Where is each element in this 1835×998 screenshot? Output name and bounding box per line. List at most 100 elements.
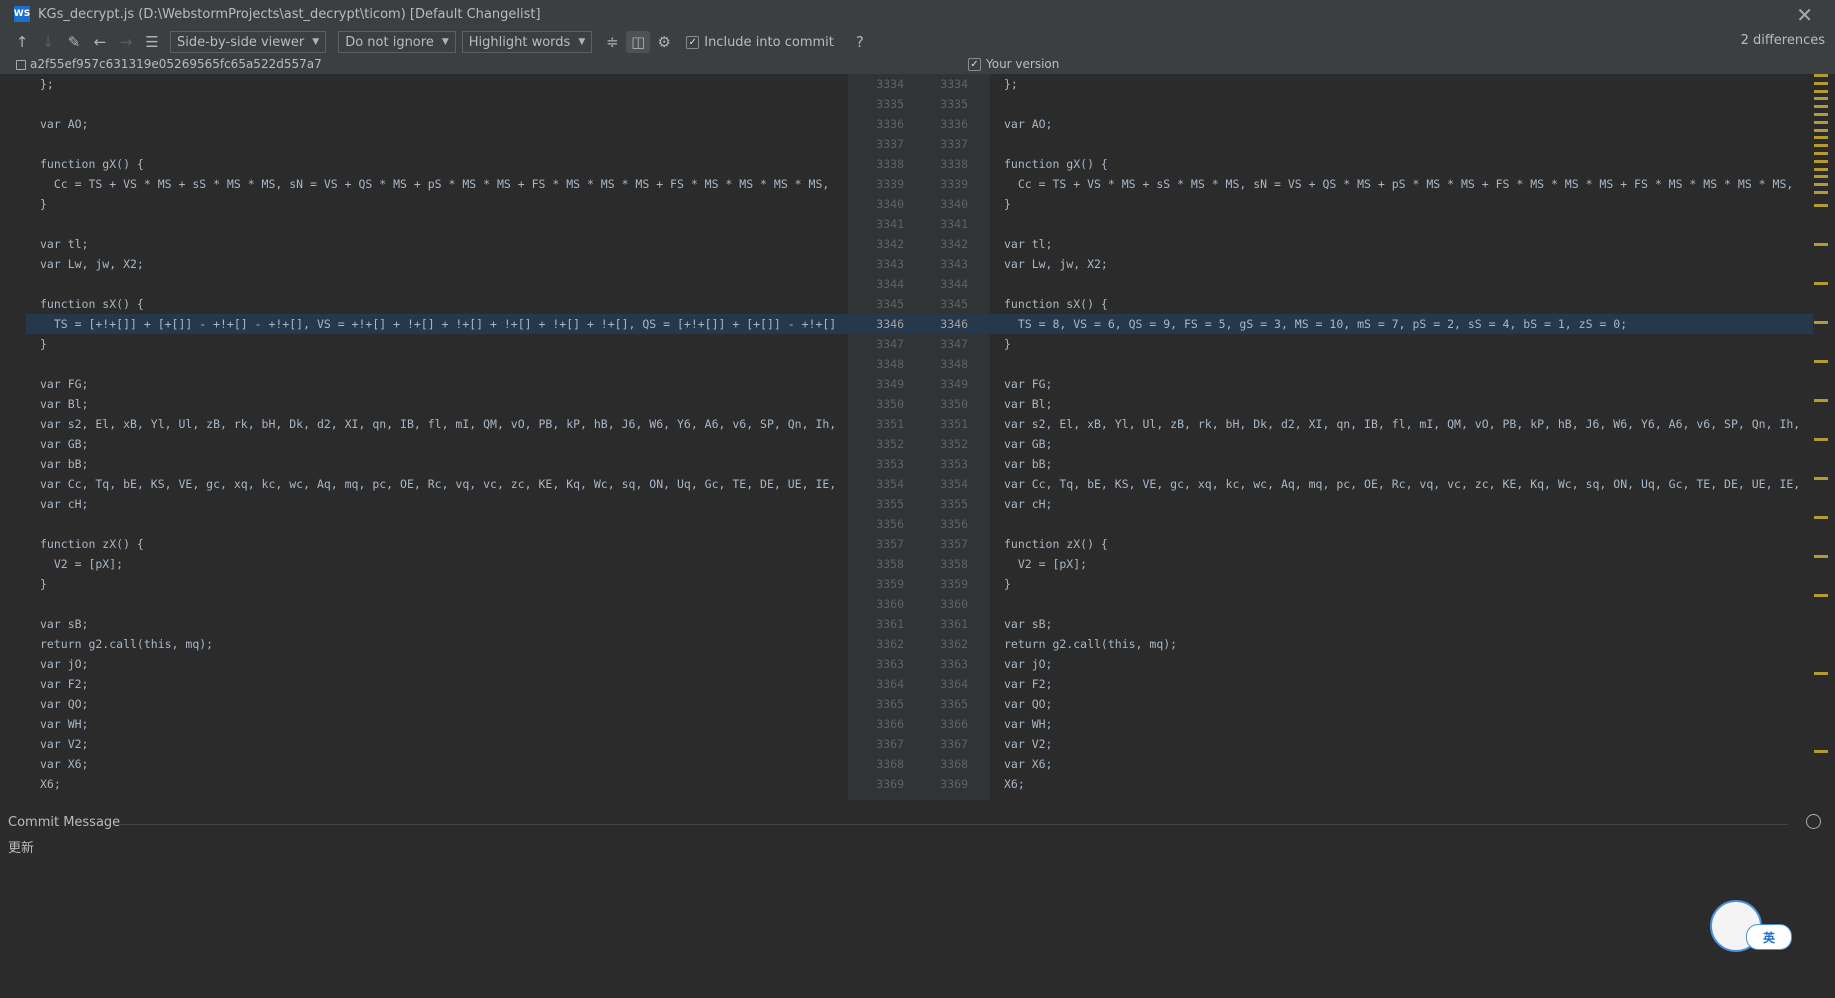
back-icon[interactable]: ← [88, 31, 112, 53]
change-marker[interactable] [1814, 399, 1828, 402]
right-code-editor[interactable]: }; var AO; function gX() { Cc = TS + VS * … [990, 74, 1813, 800]
code-line[interactable] [990, 134, 1813, 154]
include-into-commit-checkbox[interactable]: ✓ Include into commit [686, 35, 834, 50]
code-line[interactable] [26, 274, 848, 294]
code-line[interactable]: var jO; [990, 654, 1813, 674]
code-line[interactable]: function zX() { [26, 534, 848, 554]
change-marker[interactable] [1814, 175, 1828, 179]
ignore-whitespace-dropdown[interactable]: Do not ignore ▼ [338, 31, 456, 53]
code-line[interactable] [26, 94, 848, 114]
left-code-editor[interactable]: }; var AO; function gX() { Cc = TS + VS * … [26, 74, 848, 800]
code-line[interactable]: var s2, El, xB, Yl, Ul, zB, rk, bH, Dk, … [26, 414, 848, 434]
code-line[interactable]: var V2; [990, 734, 1813, 754]
code-line[interactable]: var tl; [26, 234, 848, 254]
change-marker[interactable] [1814, 97, 1828, 101]
code-line[interactable]: function sX() { [26, 294, 848, 314]
code-line[interactable]: function sX() { [990, 294, 1813, 314]
code-line[interactable]: var s2, El, xB, Yl, Ul, zB, rk, bH, Dk, … [990, 414, 1813, 434]
change-marker[interactable] [1814, 105, 1828, 109]
code-line[interactable]: } [26, 334, 848, 354]
code-line[interactable]: } [990, 574, 1813, 594]
change-marker[interactable] [1814, 204, 1828, 207]
history-clock-icon[interactable] [1806, 814, 1821, 829]
change-marker[interactable] [1814, 152, 1828, 155]
change-marker[interactable] [1814, 438, 1828, 441]
code-line[interactable]: var QO; [990, 694, 1813, 714]
code-line[interactable]: var Bl; [990, 394, 1813, 414]
help-button[interactable]: ? [848, 31, 872, 53]
code-line[interactable]: var GB; [26, 434, 848, 454]
change-marker[interactable] [1814, 191, 1828, 194]
change-marker[interactable] [1814, 672, 1828, 675]
code-line[interactable]: var F2; [26, 674, 848, 694]
code-line[interactable]: var tl; [990, 234, 1813, 254]
code-line[interactable]: Cc = TS + VS * MS + sS * MS * MS, sN = V… [26, 174, 848, 194]
previous-difference-icon[interactable]: ↑ [10, 31, 34, 53]
code-line[interactable]: var QO; [26, 694, 848, 714]
change-marker[interactable] [1814, 477, 1828, 480]
code-line[interactable] [990, 274, 1813, 294]
code-line[interactable]: } [26, 574, 848, 594]
change-marker[interactable] [1814, 136, 1828, 140]
code-line[interactable]: var cH; [990, 494, 1813, 514]
change-marker[interactable] [1814, 360, 1828, 363]
code-line[interactable]: var FG; [26, 374, 848, 394]
change-marker[interactable] [1814, 243, 1828, 246]
code-line[interactable]: } [990, 194, 1813, 214]
code-line[interactable]: var WH; [990, 714, 1813, 734]
change-marker[interactable] [1814, 555, 1828, 558]
code-line[interactable]: var AO; [990, 114, 1813, 134]
code-line[interactable]: TS = 8, VS = 6, QS = 9, FS = 5, gS = 3, … [990, 314, 1813, 334]
code-line[interactable] [26, 514, 848, 534]
code-line[interactable]: var F2; [990, 674, 1813, 694]
input-method-language-badge[interactable]: 英 [1746, 924, 1792, 950]
commit-message-area[interactable]: 更新 [0, 836, 1835, 998]
change-marker[interactable] [1814, 594, 1828, 597]
code-line[interactable]: }; [990, 74, 1813, 94]
change-marker[interactable] [1814, 120, 1828, 124]
right-version-header[interactable]: ✓ Your version [968, 57, 1059, 71]
change-marker[interactable] [1814, 321, 1828, 324]
code-line[interactable]: var Lw, jw, X2; [990, 254, 1813, 274]
code-line[interactable]: Cc = TS + VS * MS + sS * MS * MS, sN = V… [990, 174, 1813, 194]
code-line[interactable]: V2 = [pX]; [990, 554, 1813, 574]
change-marker[interactable] [1814, 89, 1828, 93]
close-icon[interactable]: ✕ [1796, 3, 1813, 27]
change-marker[interactable] [1814, 750, 1828, 753]
menu-lines-icon[interactable]: ☰ [140, 31, 164, 53]
change-marker[interactable] [1814, 113, 1828, 116]
code-line[interactable]: var V2; [26, 734, 848, 754]
code-line[interactable]: } [990, 334, 1813, 354]
change-marker[interactable] [1814, 516, 1828, 519]
code-line[interactable]: var WH; [26, 714, 848, 734]
change-marker[interactable] [1814, 159, 1828, 163]
collapse-unchanged-icon[interactable]: ≑ [600, 31, 624, 53]
code-line[interactable]: TS = [+!+[]] + [+[]] - +!+[] - +!+[], VS… [26, 314, 848, 334]
code-line[interactable]: function gX() { [990, 154, 1813, 174]
code-line[interactable]: X6; [990, 774, 1813, 794]
code-line[interactable] [26, 134, 848, 154]
code-line[interactable]: var X6; [26, 754, 848, 774]
code-line[interactable]: } [26, 194, 848, 214]
code-line[interactable]: var sB; [990, 614, 1813, 634]
code-line[interactable]: var Lw, jw, X2; [26, 254, 848, 274]
code-line[interactable]: return g2.call(this, mq); [990, 634, 1813, 654]
code-line[interactable] [990, 214, 1813, 234]
code-line[interactable] [990, 94, 1813, 114]
forward-icon[interactable]: → [114, 31, 138, 53]
sync-scroll-icon[interactable]: ◫ [626, 31, 651, 53]
code-line[interactable] [990, 514, 1813, 534]
code-line[interactable]: function zX() { [990, 534, 1813, 554]
code-line[interactable]: V2 = [pX]; [26, 554, 848, 574]
next-difference-icon[interactable]: ↓ [36, 31, 60, 53]
settings-gear-icon[interactable]: ⚙ [652, 31, 676, 53]
code-line[interactable] [26, 354, 848, 374]
code-line[interactable]: var AO; [26, 114, 848, 134]
viewer-mode-dropdown[interactable]: Side-by-side viewer ▼ [170, 31, 327, 53]
code-line[interactable]: var cH; [26, 494, 848, 514]
code-line[interactable] [990, 594, 1813, 614]
change-marker[interactable] [1814, 128, 1828, 132]
change-marker[interactable] [1814, 167, 1828, 171]
commit-message-text[interactable]: 更新 [8, 837, 34, 856]
edit-source-icon[interactable]: ✎ [62, 31, 86, 53]
